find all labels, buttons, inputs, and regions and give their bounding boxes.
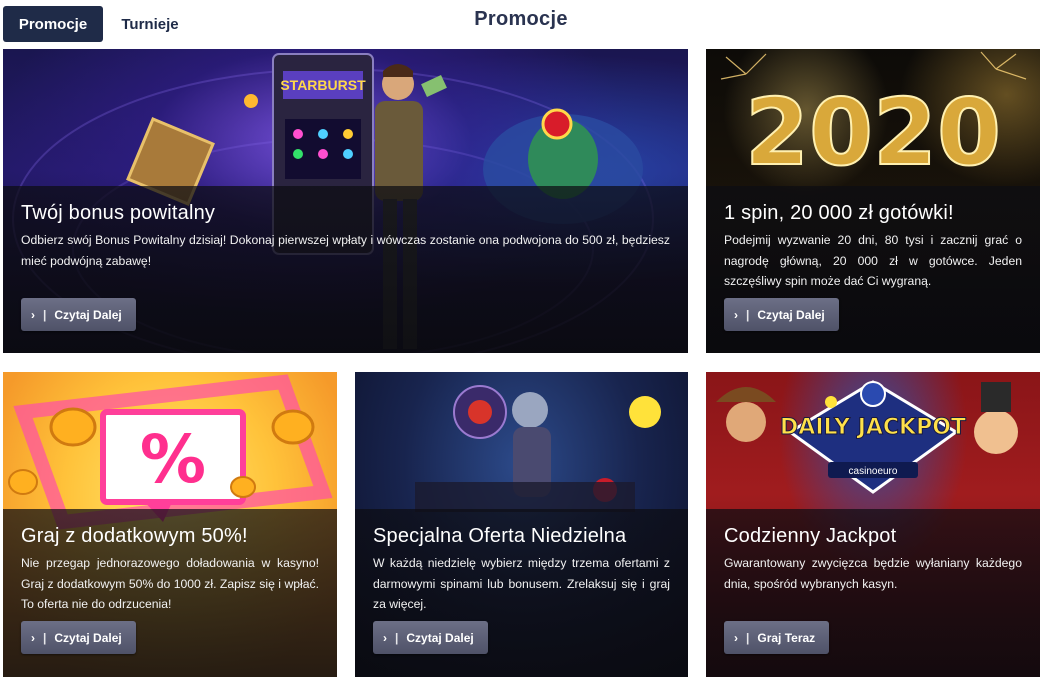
play-now-button[interactable]: › | Graj Teraz (724, 621, 830, 654)
button-label: Czytaj Dalej (54, 307, 122, 322)
promo-description: Gwarantowany zwycięzca będzie wyłaniany … (724, 556, 1022, 591)
button-label: Czytaj Dalej (757, 307, 825, 322)
read-more-button[interactable]: › | Czytaj Dalej (373, 621, 488, 654)
top-bar: Promocje Turnieje Promocje (0, 0, 1042, 46)
promo-description: Podejmij wyzwanie 20 dni, 80 tysi i zacz… (724, 233, 1022, 288)
promo-title: 1 spin, 20 000 zł gotówki! (724, 202, 954, 224)
promo-title: Graj z dodatkowym 50%! (21, 525, 248, 547)
read-more-button[interactable]: › | Czytaj Dalej (724, 298, 839, 331)
promo-title: Specjalna Oferta Niedzielna (373, 525, 627, 547)
casinoeuro-logo: casinoeuro (849, 466, 898, 477)
chevron-right-icon: › (383, 630, 387, 645)
promo-title: Codzienny Jackpot (724, 525, 897, 547)
button-separator: | (746, 630, 750, 645)
chevron-right-icon: › (734, 307, 738, 322)
percent-sign: % (140, 421, 206, 498)
button-label: Czytaj Dalej (54, 630, 122, 645)
promo-card-extra-50[interactable]: % Graj z dodatkowym 50%! Nie przegap jed… (3, 372, 337, 677)
promo-description: W każdą niedzielę wybierz między trzema … (373, 556, 670, 611)
jackpot-logo-text: DAILY JACKPOT (780, 415, 966, 440)
promo-description: Odbierz swój Bonus Powitalny dzisiaj! Do… (21, 233, 670, 268)
promo-card-2020-challenge[interactable]: 2020 1 spin, 20 000 zł gotówki! Podejmij… (706, 49, 1040, 353)
promo-card-welcome-bonus[interactable]: STARBURST Twój bonus powitalny Odbierz s… (3, 49, 688, 353)
promo-card-sunday-offer[interactable]: Specjalna Oferta Niedzielna W każdą nied… (355, 372, 688, 677)
button-separator: | (395, 630, 399, 645)
button-separator: | (746, 307, 750, 322)
promo-card-daily-jackpot[interactable]: DAILY JACKPOT casinoeuro Codzienny Jackp… (706, 372, 1040, 677)
chevron-right-icon: › (734, 630, 738, 645)
button-separator: | (43, 307, 47, 322)
read-more-button[interactable]: › | Czytaj Dalej (21, 298, 136, 331)
promo-title: Twój bonus powitalny (21, 202, 216, 224)
chevron-right-icon: › (31, 307, 35, 322)
slot-logo-text: STARBURST (280, 77, 366, 93)
art-2020-text: 2020 (745, 79, 1001, 186)
button-separator: | (43, 630, 47, 645)
button-label: Graj Teraz (757, 630, 816, 645)
read-more-button[interactable]: › | Czytaj Dalej (21, 621, 136, 654)
chevron-right-icon: › (31, 630, 35, 645)
page-title: Promocje (474, 8, 568, 30)
promo-description: Nie przegap jednorazowego doładowania w … (21, 556, 319, 611)
button-label: Czytaj Dalej (406, 630, 474, 645)
